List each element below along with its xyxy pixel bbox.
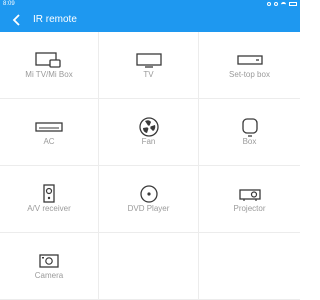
device-fan[interactable]: Fan [99,99,199,166]
device-grid: Mi TV/Mi Box TV Set-top box AC Fan Box A… [0,32,300,300]
status-icons [267,0,297,8]
device-label: Camera [34,271,64,280]
device-ac[interactable]: AC [0,99,99,166]
empty-cell [199,233,300,300]
device-av-receiver[interactable]: A/V receiver [0,166,99,233]
device-projector[interactable]: Projector [199,166,300,233]
app-bar: IR remote [0,8,300,32]
fan-icon [138,117,159,137]
bluetooth-icon [267,2,271,6]
page-title: IR remote [33,14,77,25]
back-button[interactable] [4,8,30,32]
device-label: Projector [233,204,266,213]
device-box[interactable]: Box [199,99,300,166]
mi-tv-box-icon [35,52,61,68]
battery-icon [289,2,297,6]
wifi-icon [281,2,286,6]
tv-icon [135,53,162,68]
device-label: Mi TV/Mi Box [25,70,73,79]
device-label: Box [242,137,257,146]
alarm-icon [274,2,278,6]
device-label: A/V receiver [27,204,71,213]
device-camera[interactable]: Camera [0,233,99,300]
device-set-top-box[interactable]: Set-top box [199,32,300,99]
projector-icon [238,189,261,201]
status-bar: 8:09 [0,0,300,8]
device-label: DVD Player [127,204,170,213]
device-label: Set-top box [229,70,270,79]
device-mi-tv-box[interactable]: Mi TV/Mi Box [0,32,99,99]
av-receiver-icon [43,184,55,203]
device-label: Fan [141,137,156,146]
ac-icon [35,122,63,132]
camera-icon [39,254,59,268]
device-label: AC [43,137,55,146]
device-tv[interactable]: TV [99,32,199,99]
back-arrow-icon [12,14,20,26]
status-time: 8:09 [3,1,15,7]
dvd-player-icon [139,185,158,203]
device-dvd-player[interactable]: DVD Player [99,166,199,233]
box-icon [241,118,258,137]
set-top-box-icon [236,55,263,65]
empty-cell [99,233,199,300]
device-label: TV [143,70,154,79]
